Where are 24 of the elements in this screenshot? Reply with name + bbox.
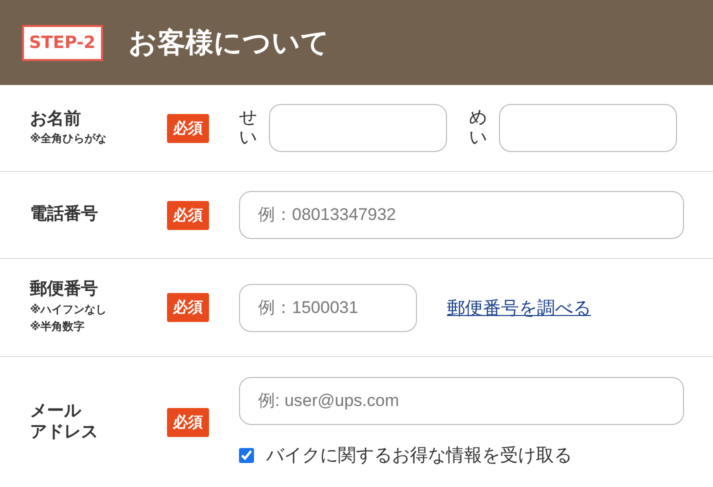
- required-badge: 必須: [167, 200, 209, 230]
- checkbox-label: バイクに関するお得な情報を受け取る: [266, 444, 572, 467]
- input-field[interactable]: 例: user@ups.com: [239, 377, 684, 425]
- field-label: 電話番号: [30, 204, 99, 226]
- field-label: アドレス: [30, 422, 99, 444]
- field-label: 郵便番号: [30, 279, 99, 301]
- required-badge: 必須: [167, 114, 209, 142]
- field-note: ※半角数字: [30, 319, 86, 336]
- field-note: ※全角ひらがな: [30, 130, 108, 147]
- field-label: お名前: [30, 108, 82, 130]
- step-label: STEP-2: [22, 24, 102, 60]
- input-field[interactable]: 例：08013347932: [239, 191, 684, 239]
- input-field[interactable]: [499, 104, 677, 152]
- field-label: せい: [239, 108, 257, 148]
- input-field[interactable]: 例：1500031: [239, 284, 417, 332]
- checkbox[interactable]: [239, 448, 254, 462]
- field-label: めい: [469, 108, 487, 148]
- required-badge: 必須: [167, 293, 209, 322]
- field-label: メール: [30, 400, 82, 422]
- postal-lookup-link[interactable]: 郵便番号を調べる: [447, 296, 591, 320]
- input-field[interactable]: [269, 104, 447, 152]
- field-note: ※ハイフンなし: [30, 302, 108, 318]
- section-title: お客様について: [128, 24, 330, 60]
- required-badge: 必須: [167, 408, 209, 436]
